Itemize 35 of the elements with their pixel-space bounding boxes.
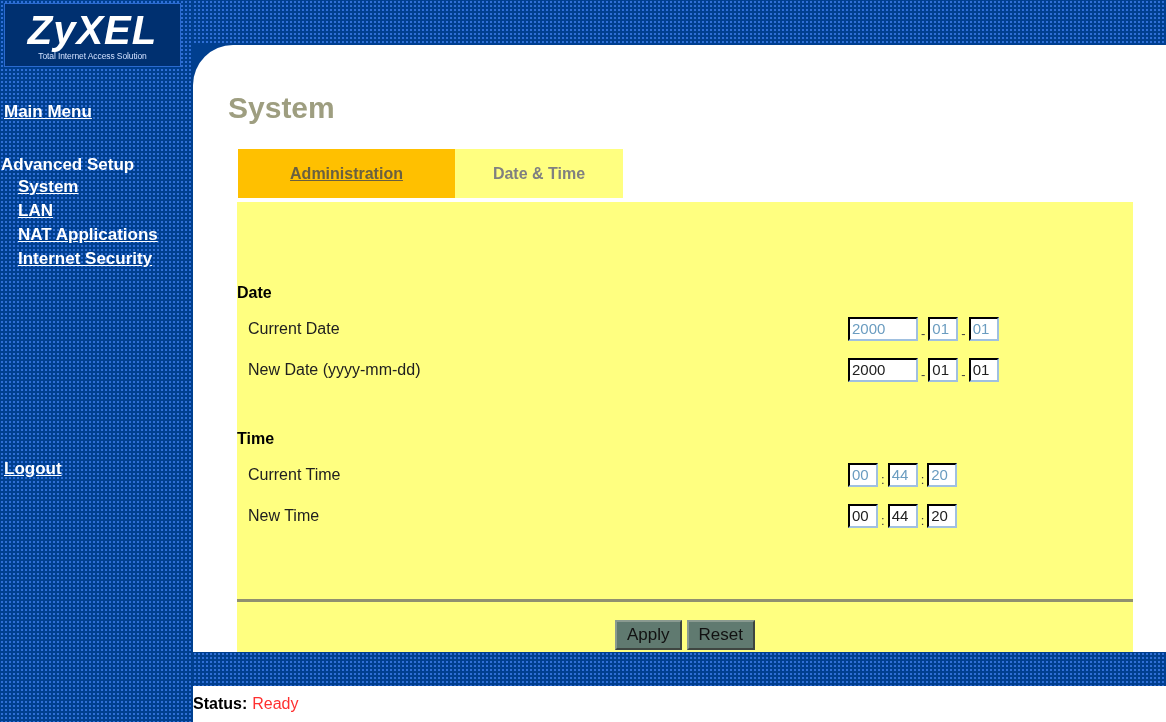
input-field[interactable]: 44	[887, 503, 918, 528]
tab[interactable]: Administration	[238, 149, 455, 198]
separator: -	[961, 325, 966, 341]
tab[interactable]: Date & Time	[455, 149, 623, 198]
input-field[interactable]: 01	[928, 357, 959, 382]
sidebar-link[interactable]: System	[18, 175, 79, 199]
page-title: System	[228, 91, 336, 125]
separator: -	[921, 325, 926, 341]
sidebar-heading: Advanced Setup	[1, 155, 135, 175]
input-field[interactable]: 00	[848, 503, 878, 528]
field-label: Current Time	[248, 465, 341, 484]
sidebar-link[interactable]: Internet Security	[18, 247, 153, 271]
sidebar-link[interactable]: Logout	[4, 459, 62, 479]
separator: :	[881, 512, 885, 528]
field-label: New Date (yyyy-mm-dd)	[248, 360, 421, 379]
input-field[interactable]: 01	[968, 357, 999, 382]
sidebar-link[interactable]: LAN	[18, 199, 53, 223]
section-heading: Date	[237, 284, 273, 302]
sidebar-link[interactable]: Main Menu	[4, 102, 92, 122]
separator: :	[920, 512, 925, 528]
status-label: Status:	[193, 695, 248, 713]
input-field[interactable]: 2000	[848, 357, 918, 382]
form-button[interactable]: Apply	[615, 620, 682, 650]
logo: ZyXEL Total Internet Access Solution	[4, 3, 181, 67]
separator: :	[920, 471, 925, 487]
separator: :	[881, 471, 885, 487]
status-value: Ready	[252, 695, 299, 713]
field-label: New Time	[248, 506, 320, 525]
separator: -	[921, 366, 926, 382]
sidebar-link[interactable]: NAT Applications	[18, 223, 158, 247]
form-button[interactable]: Reset	[686, 620, 755, 650]
field-label: Current Date	[248, 319, 340, 338]
separator: -	[961, 366, 966, 382]
input-field[interactable]: 20	[927, 503, 958, 528]
section-heading: Time	[237, 430, 276, 448]
